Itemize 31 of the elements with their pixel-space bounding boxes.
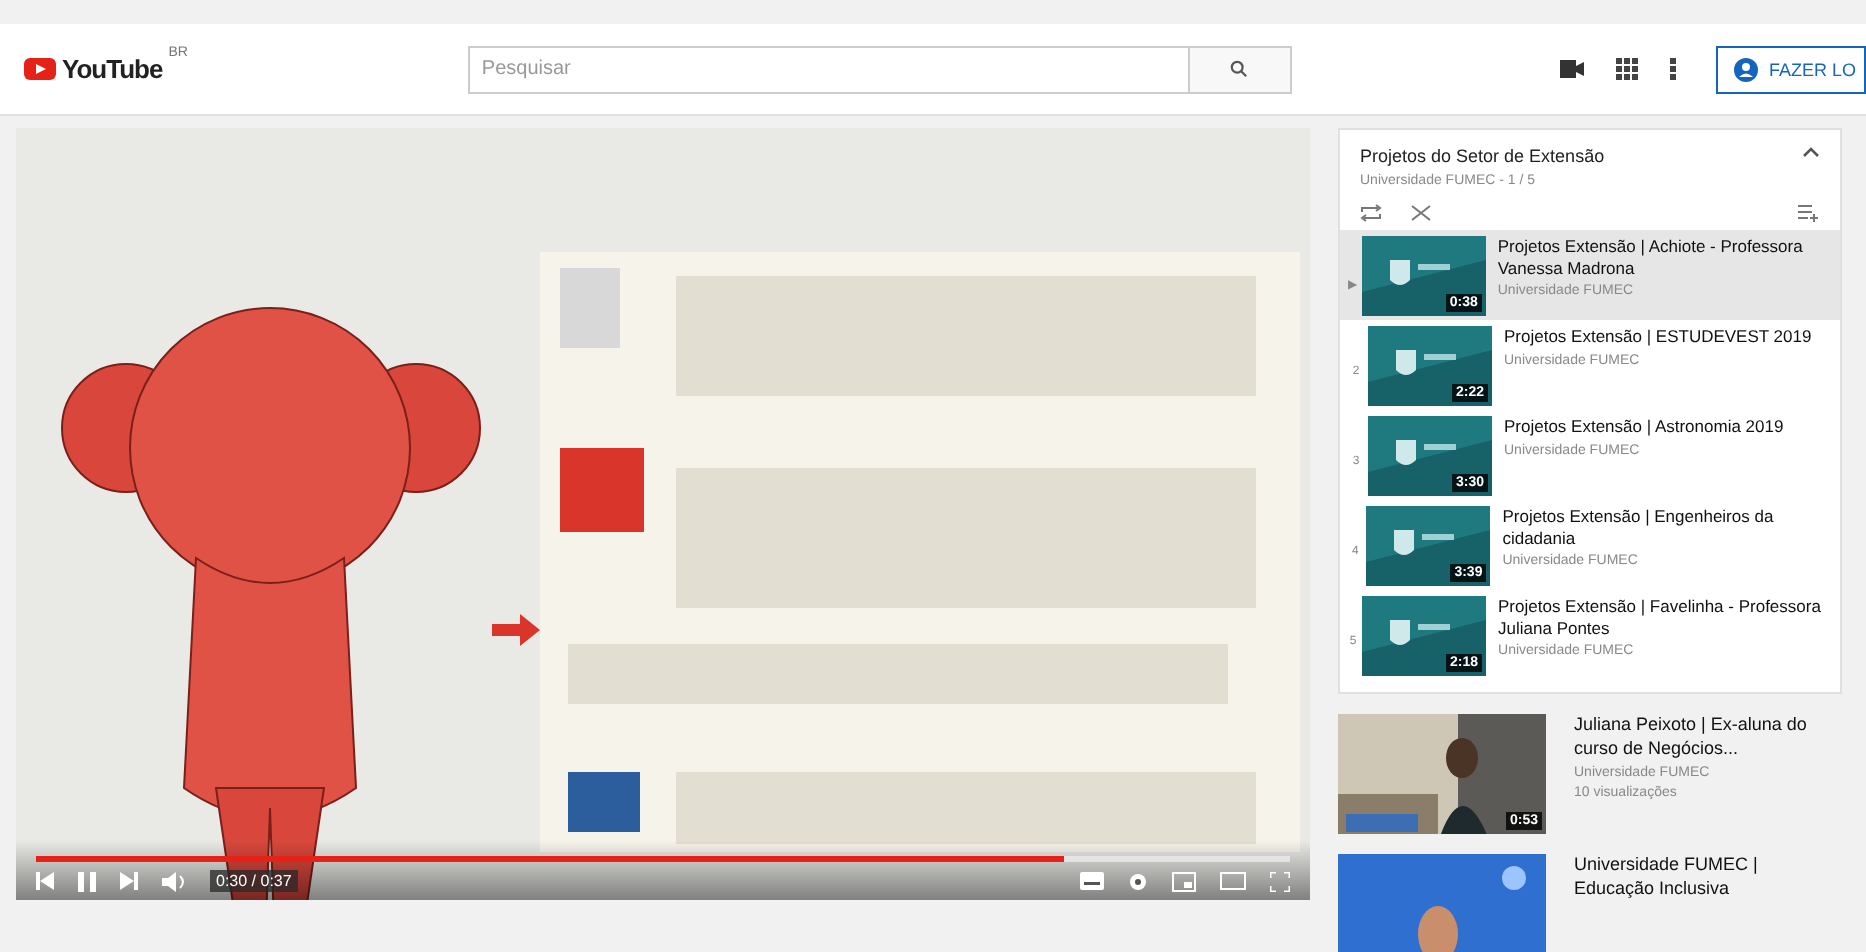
theater-icon[interactable]	[1220, 872, 1246, 890]
settings-icon[interactable]	[1128, 871, 1148, 891]
video-title: Projetos Extensão | Favelinha - Professora Juliana Pontes	[1498, 596, 1823, 639]
recommended-video[interactable]: Universidade FUMEC | Educação Inclusiva	[1338, 854, 1842, 952]
search-field[interactable]: Pesquisar	[467, 45, 1188, 93]
volume-icon[interactable]	[162, 871, 186, 891]
logo-text[interactable]: YouTube	[62, 54, 163, 84]
subtitles-icon[interactable]	[1080, 872, 1104, 890]
video-title: Projetos Extensão | Achiote - Professora Vanessa Madrona	[1497, 236, 1805, 279]
video-title: Projetos Extensão | ESTUDEVEST 2019	[1504, 326, 1812, 348]
video-title: Universidade FUMEC | Educação Inclusiva	[1574, 854, 1760, 901]
previous-icon[interactable]	[36, 872, 54, 890]
video-title: Projetos Extensão | Astronomia 2019	[1504, 416, 1784, 438]
more-icon[interactable]	[1670, 58, 1677, 80]
playlist-title: Projetos do Setor de Extensão	[1360, 146, 1605, 166]
play-logo-icon	[24, 58, 56, 80]
time-display: 0:30 / 0:37	[210, 870, 298, 892]
miniplayer-icon[interactable]	[1172, 871, 1196, 891]
progress-bar[interactable]	[36, 856, 1290, 862]
fullscreen-icon[interactable]	[1270, 871, 1290, 891]
search-icon	[1230, 60, 1249, 78]
repeat-icon[interactable]	[1360, 204, 1382, 222]
video-title: Juliana Peixoto | Ex-aluna do curso de Negócios...	[1574, 714, 1809, 761]
pause-icon[interactable]	[78, 871, 96, 891]
save-playlist-icon[interactable]	[1798, 204, 1820, 222]
next-icon[interactable]	[120, 872, 138, 890]
apps-grid-icon[interactable]	[1616, 58, 1639, 80]
video-title: Projetos Extensão | Engenheiros da cidadania	[1502, 506, 1776, 549]
account-icon	[1734, 57, 1759, 81]
camera-icon[interactable]	[1560, 60, 1585, 78]
sign-in-button[interactable]: FAZER LO	[1716, 45, 1866, 93]
